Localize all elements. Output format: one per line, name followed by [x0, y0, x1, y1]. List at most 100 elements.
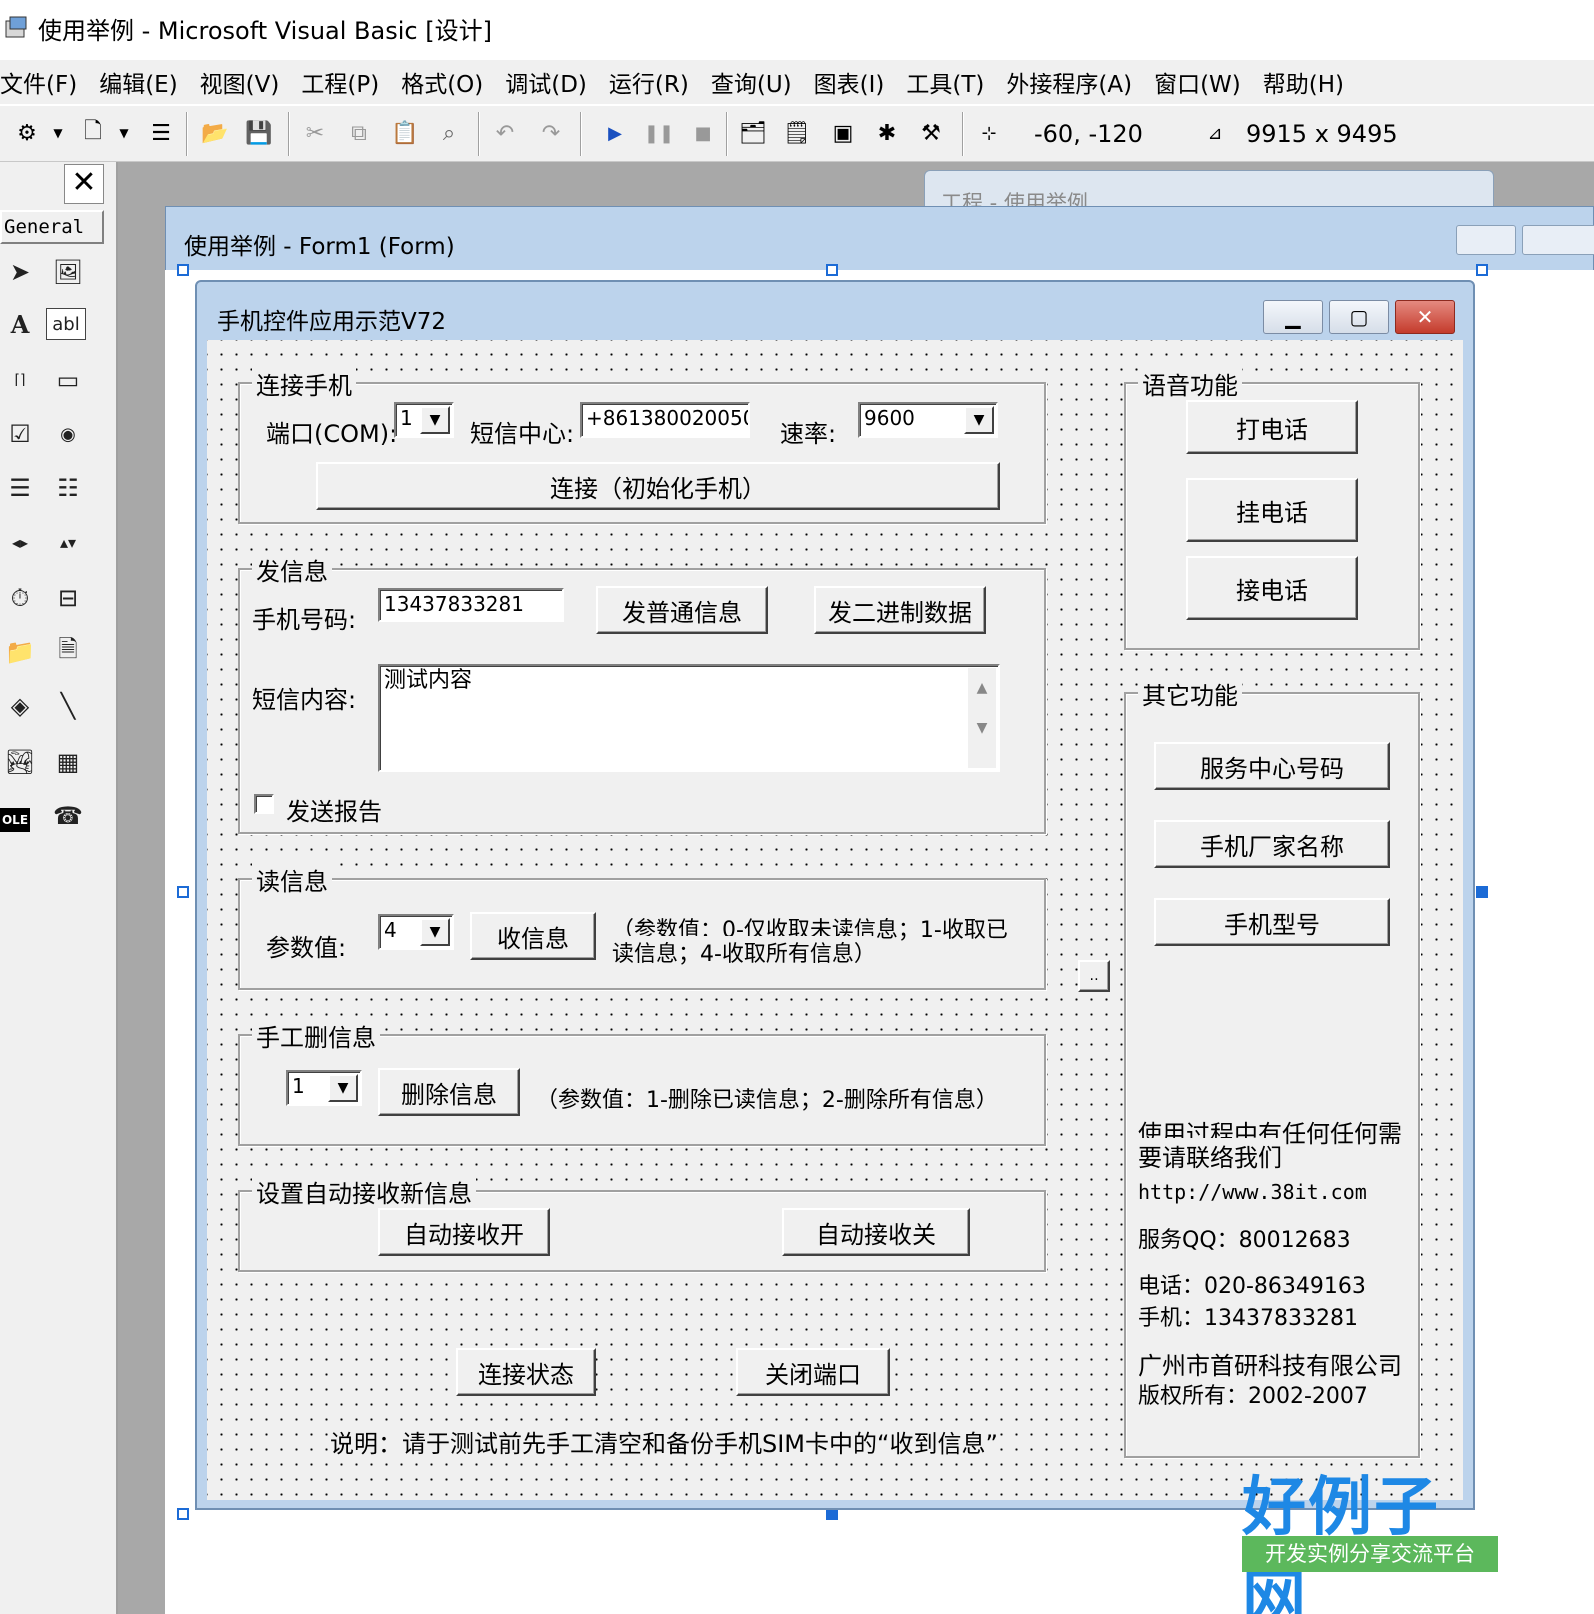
save-project-icon[interactable]: 💾 — [244, 118, 274, 148]
redo-icon[interactable]: ↷ — [536, 118, 566, 148]
timer-tool-icon[interactable]: ⏱ — [0, 578, 40, 618]
resize-handle[interactable] — [177, 1508, 189, 1520]
send-text-button[interactable]: 发普通信息 — [596, 586, 768, 634]
send-binary-button[interactable]: 发二进制数据 — [814, 586, 986, 634]
add-form-icon[interactable]: 🗋 — [78, 118, 108, 148]
dirlistbox-tool-icon[interactable]: 📁 — [0, 632, 40, 672]
designer-minimize-button[interactable] — [1456, 225, 1516, 255]
vscrollbar-tool-icon[interactable]: ▴▾ — [48, 522, 88, 562]
form-minimize-button[interactable]: ▁ — [1263, 300, 1323, 334]
listbox-tool-icon[interactable]: ☷ — [48, 468, 88, 508]
smsc-input[interactable]: +8613800200500 — [580, 402, 750, 438]
data-tool-icon[interactable]: ▦ — [48, 742, 88, 782]
receive-button[interactable]: 收信息 — [470, 912, 596, 960]
break-icon[interactable]: ❚❚ — [644, 118, 674, 148]
open-project-icon[interactable]: 📂 — [200, 118, 230, 148]
checkbox-tool-icon[interactable]: ☑ — [0, 414, 40, 454]
close-port-button[interactable]: 关闭端口 — [736, 1348, 890, 1396]
rate-combo[interactable]: 9600 ▼ — [858, 402, 998, 438]
menu-run[interactable]: 运行(R) — [609, 65, 689, 99]
copy-icon[interactable]: ⧉ — [344, 118, 374, 148]
connection-status-button[interactable]: 连接状态 — [456, 1348, 596, 1396]
resize-handle[interactable] — [177, 886, 189, 898]
drivelistbox-tool-icon[interactable]: ⊟ — [48, 578, 88, 618]
menu-project[interactable]: 工程(P) — [301, 65, 379, 99]
start-icon[interactable]: ▶ — [600, 118, 630, 148]
form-close-button[interactable]: ✕ — [1395, 300, 1455, 334]
menu-file[interactable]: 文件(F) — [0, 65, 77, 99]
end-icon[interactable]: ■ — [688, 118, 718, 148]
read-param-combo[interactable]: 4 ▼ — [378, 914, 454, 950]
properties-window-icon[interactable]: 🗒 — [782, 118, 812, 148]
menu-addins[interactable]: 外接程序(A) — [1006, 65, 1132, 99]
menu-edit[interactable]: 编辑(E) — [99, 65, 177, 99]
menu-view[interactable]: 视图(V) — [200, 65, 280, 99]
chevron-down-icon[interactable]: ▼ — [328, 1074, 358, 1102]
textarea-scrollbar[interactable]: ▲ ▼ — [968, 668, 996, 768]
port-label: 端口(COM): — [266, 414, 398, 449]
resize-handle[interactable] — [177, 264, 189, 276]
menu-debug[interactable]: 调试(D) — [505, 65, 587, 99]
dropdown-arrow-icon[interactable]: ▼ — [114, 118, 134, 148]
mscomm-tool-icon[interactable]: ☎ — [48, 796, 88, 836]
resize-handle[interactable] — [1476, 264, 1488, 276]
undo-icon[interactable]: ↶ — [490, 118, 520, 148]
line-tool-icon[interactable]: ╲ — [48, 686, 88, 726]
shape-tool-icon[interactable]: ◈ — [0, 686, 40, 726]
project-explorer-icon[interactable]: 🗂 — [738, 118, 768, 148]
menu-format[interactable]: 格式(O) — [401, 65, 483, 99]
call-button[interactable]: 打电话 — [1186, 400, 1358, 454]
delete-button[interactable]: 删除信息 — [378, 1068, 520, 1116]
commandbutton-tool-icon[interactable]: ▭ — [48, 360, 88, 400]
image-tool-icon[interactable]: 🏞 — [0, 742, 40, 782]
menu-query[interactable]: 查询(U) — [711, 65, 792, 99]
port-combo[interactable]: 1 ▼ — [394, 402, 454, 438]
answer-button[interactable]: 接电话 — [1186, 556, 1358, 620]
form-maximize-button[interactable]: ▢ — [1329, 300, 1389, 334]
label-tool-icon[interactable]: A — [0, 304, 40, 344]
textbox-tool-icon[interactable]: abl — [46, 308, 86, 340]
grip-handle[interactable]: ‥ — [1078, 960, 1110, 992]
phone-model-button[interactable]: 手机型号 — [1154, 898, 1390, 946]
toolbox-tab-general[interactable]: General — [0, 210, 104, 244]
menu-window[interactable]: 窗口(W) — [1154, 65, 1241, 99]
menu-help[interactable]: 帮助(H) — [1263, 65, 1344, 99]
phone-input[interactable]: 13437833281 — [378, 588, 564, 622]
chevron-down-icon[interactable]: ▼ — [420, 918, 450, 946]
send-report-checkbox[interactable] — [254, 794, 274, 814]
filelistbox-tool-icon[interactable]: 🗎 — [48, 632, 88, 672]
chevron-down-icon[interactable]: ▼ — [964, 406, 994, 434]
form-layout-icon[interactable]: ▣ — [828, 118, 858, 148]
paste-icon[interactable]: 📋 — [390, 118, 420, 148]
optionbutton-tool-icon[interactable]: ◉ — [48, 414, 88, 454]
content-textarea[interactable]: 测试内容 ▲ ▼ — [378, 664, 1000, 772]
menu-tools[interactable]: 工具(T) — [906, 65, 984, 99]
combobox-tool-icon[interactable]: ☰ — [0, 468, 40, 508]
toolbox-icon[interactable]: ⚒ — [916, 118, 946, 148]
connect-button[interactable]: 连接（初始化手机） — [316, 462, 1000, 510]
add-project-icon[interactable]: ⚙ — [12, 118, 42, 148]
find-icon[interactable]: ⌕ — [434, 118, 464, 148]
frame-tool-icon[interactable]: ⌈⌉ — [0, 360, 40, 400]
dropdown-arrow-icon[interactable]: ▼ — [48, 118, 68, 148]
chevron-down-icon[interactable]: ▼ — [420, 406, 450, 434]
designer-maximize-button[interactable] — [1522, 225, 1594, 255]
delete-param-combo[interactable]: 1 ▼ — [286, 1070, 362, 1106]
close-icon[interactable]: ✕ — [64, 164, 104, 204]
menu-diagram[interactable]: 图表(I) — [814, 65, 885, 99]
cut-icon[interactable]: ✂ — [300, 118, 330, 148]
copyright: 版权所有：2002-2007 — [1138, 1378, 1368, 1410]
ole-tool-icon[interactable]: OLE — [0, 808, 30, 832]
vendor-name-button[interactable]: 手机厂家名称 — [1154, 820, 1390, 868]
hangup-button[interactable]: 挂电话 — [1186, 478, 1358, 542]
hscrollbar-tool-icon[interactable]: ◂▸ — [0, 522, 40, 562]
pointer-icon[interactable]: ➤ — [0, 252, 40, 292]
auto-receive-on-button[interactable]: 自动接收开 — [378, 1208, 550, 1256]
service-center-button[interactable]: 服务中心号码 — [1154, 742, 1390, 790]
resize-handle[interactable] — [1476, 886, 1488, 898]
picturebox-icon[interactable]: 🖼 — [48, 252, 88, 292]
menu-editor-icon[interactable]: ☰ — [146, 118, 176, 148]
auto-receive-off-button[interactable]: 自动接收关 — [782, 1208, 970, 1256]
object-browser-icon[interactable]: ✱ — [872, 118, 902, 148]
resize-handle[interactable] — [826, 264, 838, 276]
